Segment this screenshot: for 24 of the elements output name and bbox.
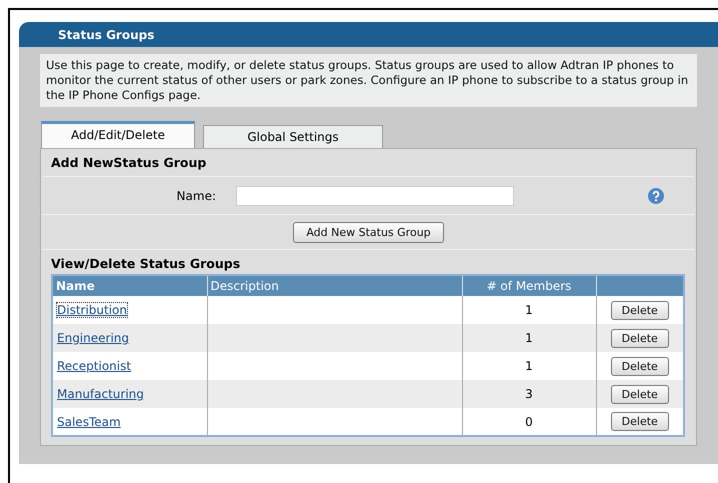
section-heading: View/Delete Status Groups [50, 255, 242, 273]
tab[interactable]: Add/Edit/Delete [41, 121, 195, 148]
name-field[interactable] [236, 186, 514, 206]
group-link[interactable]: Distribution [57, 303, 128, 317]
table-cell: 0 [462, 408, 596, 436]
group-link[interactable]: Manufacturing [57, 387, 144, 401]
tab[interactable]: Global Settings [203, 125, 383, 148]
column-header: Description [207, 275, 462, 296]
add-group-button[interactable]: Add New Status Group [293, 222, 444, 242]
description-text: Use this page to create, modify, or delete status groups. Status groups are used to allow Adtran IP phones to monitor the current status of other users or park zones. Configure an IP phone to subscribe to a status group in the IP Phone Configs page. [40, 54, 697, 107]
delete-button[interactable]: Delete [610, 412, 669, 431]
name-label: Name: [176, 188, 217, 202]
group-link[interactable]: Receptionist [57, 359, 132, 373]
delete-button[interactable]: Delete [610, 328, 669, 348]
group-link[interactable]: SalesTeam [57, 414, 121, 428]
column-header: Name [52, 275, 207, 296]
help-icon[interactable] [648, 188, 664, 204]
section-heading: Add NewStatus Group [43, 149, 694, 177]
delete-button[interactable]: Delete [610, 300, 669, 320]
delete-button[interactable]: Delete [610, 384, 669, 404]
column-header: # of Members [462, 275, 596, 296]
panel-title: Status Groups [19, 22, 718, 47]
delete-button[interactable]: Delete [610, 356, 669, 376]
group-link[interactable]: Engineering [57, 331, 129, 345]
